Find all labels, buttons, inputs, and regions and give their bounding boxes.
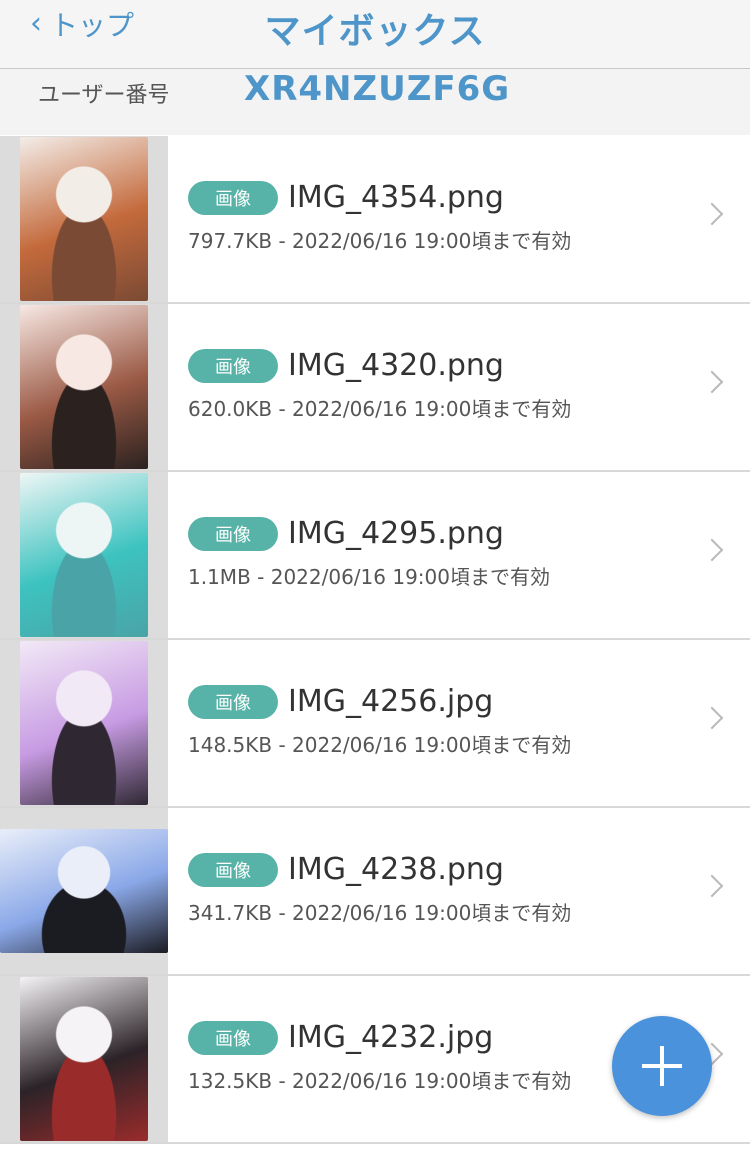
- file-title-line: 画像 IMG_4354.png: [188, 180, 571, 215]
- file-name: IMG_4295.png: [288, 516, 504, 551]
- file-list: 画像 IMG_4354.png 797.7KB - 2022/06/16 19:…: [0, 136, 750, 1144]
- chevron-right-icon: [700, 538, 724, 562]
- file-row[interactable]: 画像 IMG_4238.png 341.7KB - 2022/06/16 19:…: [0, 808, 750, 976]
- thumbnail-column: [0, 136, 168, 302]
- file-info: 画像 IMG_4232.jpg 132.5KB - 2022/06/16 19:…: [188, 1020, 571, 1094]
- file-thumbnail: [20, 641, 148, 805]
- file-row[interactable]: 画像 IMG_4320.png 620.0KB - 2022/06/16 19:…: [0, 304, 750, 472]
- file-title-line: 画像 IMG_4295.png: [188, 516, 550, 551]
- file-type-badge: 画像: [188, 1020, 278, 1055]
- file-name: IMG_4232.jpg: [288, 1020, 494, 1055]
- chevron-right-icon: [700, 370, 724, 394]
- file-type-badge: 画像: [188, 180, 278, 215]
- file-info: 画像 IMG_4238.png 341.7KB - 2022/06/16 19:…: [188, 852, 571, 926]
- file-row[interactable]: 画像 IMG_4256.jpg 148.5KB - 2022/06/16 19:…: [0, 640, 750, 808]
- file-name: IMG_4256.jpg: [288, 684, 494, 719]
- file-name: IMG_4320.png: [288, 348, 504, 383]
- file-type-badge: 画像: [188, 852, 278, 887]
- thumbnail-column: [0, 640, 168, 806]
- user-id-bar: ユーザー番号 XR4NZUZF6G: [0, 69, 750, 135]
- file-meta: 620.0KB - 2022/06/16 19:00頃まで有効: [188, 397, 572, 421]
- file-thumbnail: [20, 305, 148, 469]
- file-title-line: 画像 IMG_4232.jpg: [188, 1020, 571, 1055]
- file-meta: 148.5KB - 2022/06/16 19:00頃まで有効: [188, 733, 572, 757]
- chevron-right-icon: [700, 706, 724, 730]
- file-thumbnail: [20, 137, 148, 301]
- file-meta: 341.7KB - 2022/06/16 19:00頃まで有効: [188, 901, 572, 925]
- file-title-line: 画像 IMG_4320.png: [188, 348, 571, 383]
- file-info: 画像 IMG_4256.jpg 148.5KB - 2022/06/16 19:…: [188, 684, 571, 758]
- chevron-right-icon: [700, 202, 724, 226]
- nav-bar: ‹ トップ マイボックス: [0, 0, 750, 69]
- user-id-label: ユーザー番号: [38, 83, 170, 108]
- thumbnail-column: [0, 304, 168, 470]
- chevron-right-icon: [700, 874, 724, 898]
- file-meta: 1.1MB - 2022/06/16 19:00頃まで有効: [188, 565, 550, 589]
- file-row[interactable]: 画像 IMG_4354.png 797.7KB - 2022/06/16 19:…: [0, 136, 750, 304]
- file-meta: 797.7KB - 2022/06/16 19:00頃まで有効: [188, 229, 572, 253]
- file-thumbnail: [0, 829, 168, 953]
- page-title: マイボックス: [264, 11, 486, 52]
- file-name: IMG_4238.png: [288, 852, 504, 887]
- thumbnail-column: [0, 808, 168, 974]
- file-meta: 132.5KB - 2022/06/16 19:00頃まで有効: [188, 1069, 572, 1093]
- file-thumbnail: [20, 977, 148, 1141]
- thumbnail-column: [0, 976, 168, 1142]
- file-info: 画像 IMG_4354.png 797.7KB - 2022/06/16 19:…: [188, 180, 571, 254]
- file-type-badge: 画像: [188, 348, 278, 383]
- file-title-line: 画像 IMG_4238.png: [188, 852, 571, 887]
- file-type-badge: 画像: [188, 684, 278, 719]
- file-info: 画像 IMG_4320.png 620.0KB - 2022/06/16 19:…: [188, 348, 571, 422]
- user-id-value: XR4NZUZF6G: [244, 69, 511, 109]
- file-thumbnail: [20, 473, 148, 637]
- file-row[interactable]: 画像 IMG_4295.png 1.1MB - 2022/06/16 19:00…: [0, 472, 750, 640]
- add-file-button[interactable]: [612, 1016, 712, 1116]
- file-type-badge: 画像: [188, 516, 278, 551]
- file-title-line: 画像 IMG_4256.jpg: [188, 684, 571, 719]
- file-name: IMG_4354.png: [288, 180, 504, 215]
- plus-icon-vertical: [660, 1046, 664, 1086]
- file-info: 画像 IMG_4295.png 1.1MB - 2022/06/16 19:00…: [188, 516, 550, 590]
- thumbnail-column: [0, 472, 168, 638]
